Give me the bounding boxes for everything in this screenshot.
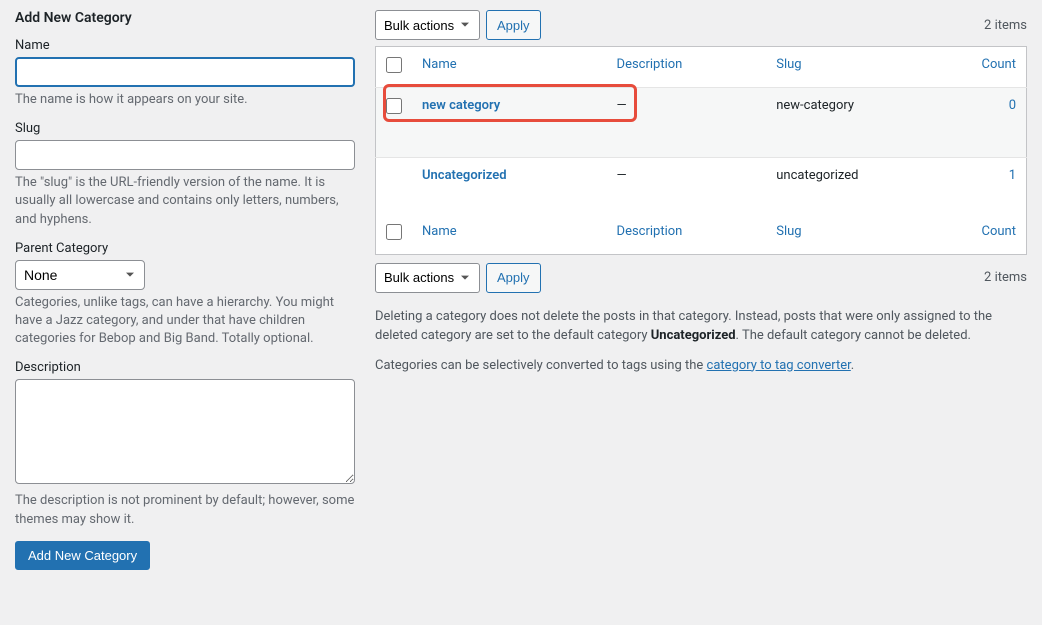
parent-help: Categories, unlike tags, can have a hier… <box>15 294 355 349</box>
items-count-top: 2 items <box>984 18 1027 33</box>
col-count-bottom[interactable]: Count <box>982 224 1016 239</box>
parent-label: Parent Category <box>15 241 355 256</box>
row-slug: new-category <box>766 88 956 158</box>
row-name-link[interactable]: Uncategorized <box>422 168 507 183</box>
slug-input[interactable] <box>15 140 355 170</box>
table-row: new category — new-category 0 <box>376 88 1027 158</box>
row-count-link[interactable]: 0 <box>1009 98 1016 113</box>
name-input[interactable] <box>15 57 355 87</box>
col-count-top[interactable]: Count <box>982 57 1016 72</box>
parent-select[interactable]: None <box>15 260 145 290</box>
category-tag-converter-link[interactable]: category to tag converter <box>707 358 851 373</box>
col-description-bottom[interactable]: Description <box>617 224 683 239</box>
delete-note: Deleting a category does not delete the … <box>375 307 1027 346</box>
col-slug-bottom[interactable]: Slug <box>776 224 801 239</box>
description-textarea[interactable] <box>15 379 355 484</box>
row-checkbox[interactable] <box>386 98 402 114</box>
row-description: — <box>607 88 767 158</box>
row-slug: uncategorized <box>766 158 956 214</box>
col-name-top[interactable]: Name <box>422 57 457 72</box>
slug-label: Slug <box>15 121 355 136</box>
bulk-actions-select-top[interactable]: Bulk actions <box>375 10 480 40</box>
apply-button-top[interactable]: Apply <box>486 10 541 40</box>
slug-help: The "slug" is the URL-friendly version o… <box>15 174 355 229</box>
form-heading: Add New Category <box>15 10 355 26</box>
name-label: Name <box>15 38 355 53</box>
row-count-link[interactable]: 1 <box>1009 168 1016 183</box>
row-name-link[interactable]: new category <box>422 98 500 113</box>
convert-note: Categories can be selectively converted … <box>375 356 1027 376</box>
select-all-top[interactable] <box>386 57 402 73</box>
col-name-bottom[interactable]: Name <box>422 224 457 239</box>
apply-button-bottom[interactable]: Apply <box>486 263 541 293</box>
name-help: The name is how it appears on your site. <box>15 91 355 109</box>
add-category-button[interactable]: Add New Category <box>15 541 150 570</box>
bulk-actions-select-bottom[interactable]: Bulk actions <box>375 263 480 293</box>
items-count-bottom: 2 items <box>984 270 1027 285</box>
col-description-top[interactable]: Description <box>617 57 683 72</box>
select-all-bottom[interactable] <box>386 224 402 240</box>
table-row: Uncategorized — uncategorized 1 <box>376 158 1027 214</box>
description-label: Description <box>15 360 355 375</box>
col-slug-top[interactable]: Slug <box>776 57 801 72</box>
row-description: — <box>607 158 767 214</box>
description-help: The description is not prominent by defa… <box>15 492 355 528</box>
